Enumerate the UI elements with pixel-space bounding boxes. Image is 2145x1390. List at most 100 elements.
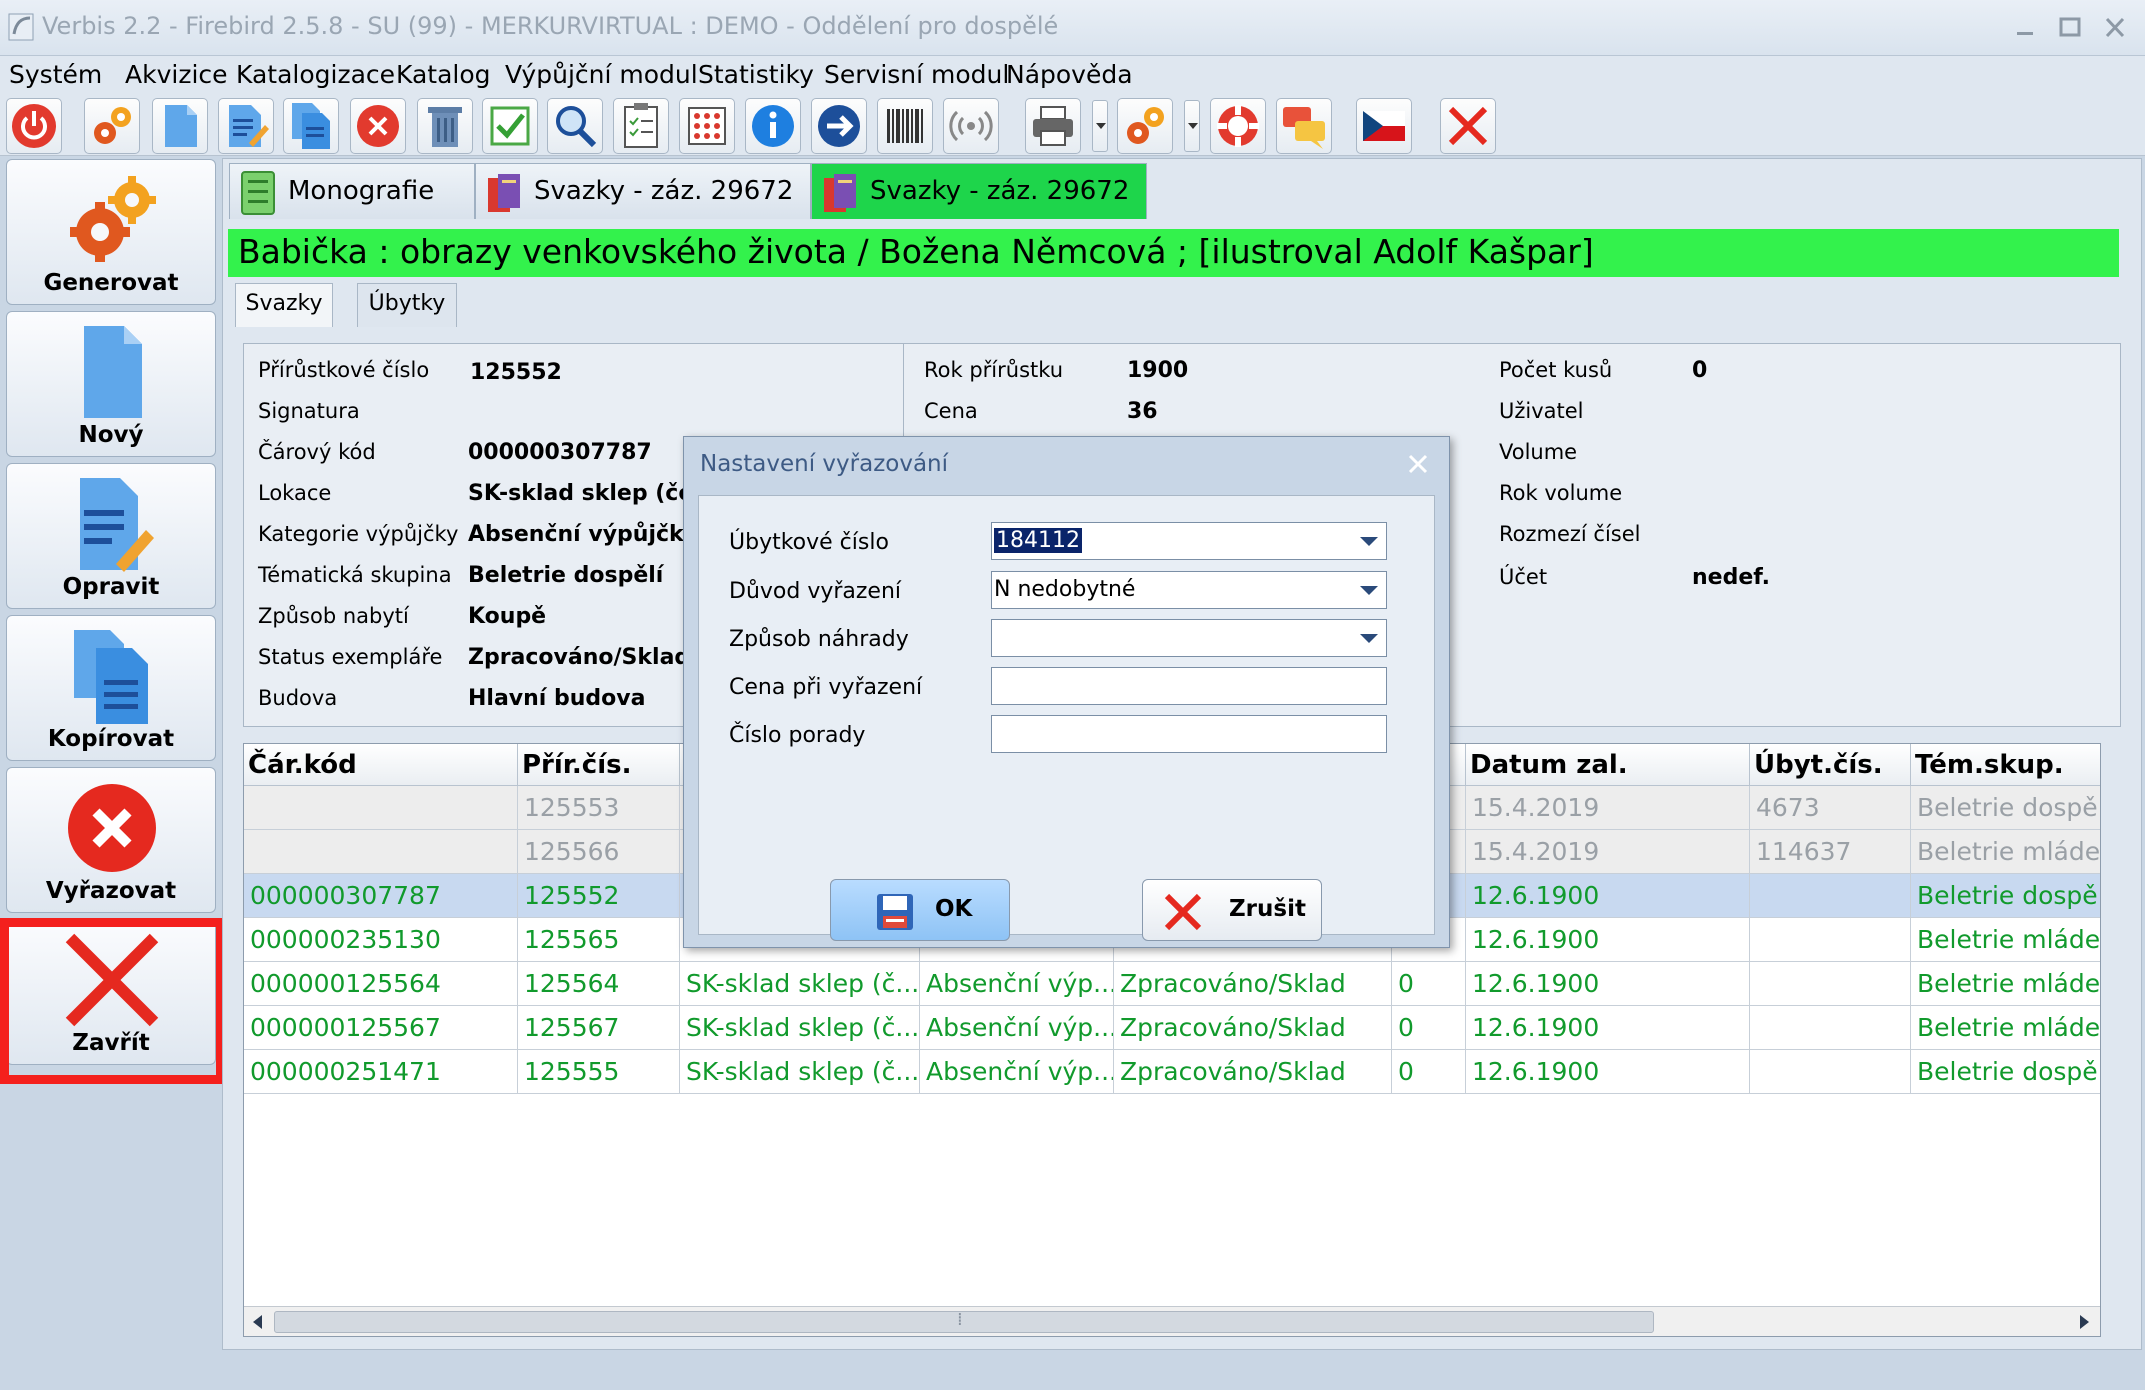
title-bar: Verbis 2.2 - Firebird 2.5.8 - SU (99) - …: [0, 0, 2145, 56]
value-carovy-kod: 000000307787: [468, 440, 652, 465]
rfid-button[interactable]: [943, 98, 999, 154]
label-ubytkove-cislo: Úbytkové číslo: [729, 530, 889, 555]
col-header-carovy-kod[interactable]: Čár.kód: [244, 744, 518, 786]
menu-vypujcni-modul[interactable]: Výpůjční modul: [505, 60, 698, 89]
label-zpusob-nahrady: Způsob náhrady: [729, 627, 909, 652]
print-button[interactable]: [1025, 98, 1081, 154]
label-uzivatel: Uživatel: [1499, 399, 1584, 423]
search-icon: [556, 106, 597, 148]
chevron-down-icon[interactable]: [1360, 586, 1378, 595]
copy-button[interactable]: [283, 98, 339, 154]
trash-button[interactable]: [417, 98, 473, 154]
cell-datum-zal: 12.6.1900: [1466, 962, 1750, 1006]
power-button[interactable]: [6, 98, 62, 154]
abacus-button[interactable]: [679, 98, 735, 154]
minimize-icon[interactable]: [2005, 10, 2045, 46]
generovat-label: Generovat: [43, 270, 179, 296]
cancel-button[interactable]: Zrušit: [1142, 879, 1322, 941]
vyrazovat-button[interactable]: Vyřazovat: [6, 767, 216, 913]
new-document-icon: [84, 326, 142, 418]
toolbar: [0, 96, 2145, 156]
col-header-prir-cis[interactable]: Přír.čís.: [518, 744, 680, 786]
menu-katalogizace[interactable]: Katalogizace: [236, 60, 395, 89]
value-kategorie-vypujcky: Absenční výpůjčka: [468, 522, 699, 547]
forward-button[interactable]: [811, 98, 867, 154]
maximize-icon[interactable]: [2050, 10, 2090, 46]
cell-lokace: SK-sklad sklep (č...: [680, 1050, 920, 1094]
ok-label: OK: [935, 896, 973, 922]
subtab-svazky[interactable]: Svazky: [235, 283, 333, 327]
app-logo-icon: [8, 13, 34, 41]
tab-svazky-1[interactable]: Svazky - záz. 29672: [475, 163, 811, 219]
cell-carovy-kod: 000000235130: [244, 918, 518, 962]
print-dropdown[interactable]: [1092, 100, 1108, 152]
cell-carovy-kod: 000000307787: [244, 874, 518, 918]
check-button[interactable]: [482, 98, 538, 154]
info-button[interactable]: [745, 98, 801, 154]
label-volume: Volume: [1499, 440, 1578, 464]
col-header-datum-zal[interactable]: Datum zal.: [1466, 744, 1750, 786]
search-button[interactable]: [547, 98, 603, 154]
new-button[interactable]: [152, 98, 208, 154]
chevron-down-icon[interactable]: [1360, 634, 1378, 643]
menu-napoveda[interactable]: Nápověda: [1006, 60, 1133, 89]
discard-settings-dialog: Nastavení vyřazování Úbytkové číslo 1841…: [683, 436, 1450, 948]
menu-akvizice[interactable]: Akvizice: [125, 60, 228, 89]
cell-tem-skup: Beletrie mládež: [1911, 1006, 2100, 1050]
novy-button[interactable]: Nový: [6, 311, 216, 457]
label-cislo-porady: Číslo porady: [729, 723, 866, 748]
col-header-tem-skup[interactable]: Tém.skup.: [1911, 744, 2100, 786]
cell-ubyt-cis: [1750, 874, 1911, 918]
delete-button[interactable]: [350, 98, 406, 154]
window-close-icon[interactable]: [2095, 10, 2135, 46]
messages-button[interactable]: [1276, 98, 1332, 154]
menu-statistiky[interactable]: Statistiky: [698, 60, 814, 89]
tab-svazky-2[interactable]: Svazky - záz. 29672: [811, 163, 1147, 219]
checkbox-icon: [490, 106, 530, 146]
exit-button[interactable]: [1440, 98, 1496, 154]
settings-button[interactable]: [1117, 98, 1173, 154]
menu-system[interactable]: Systém: [9, 60, 102, 89]
scroll-right-icon[interactable]: [2072, 1311, 2096, 1333]
subtab-ubytky[interactable]: Úbytky: [357, 283, 457, 327]
dialog-close-icon[interactable]: [1403, 449, 1433, 479]
zpusob-nahrady-combo[interactable]: [991, 619, 1387, 657]
clipboard-button[interactable]: [613, 98, 669, 154]
label-budova: Budova: [258, 686, 338, 710]
new-document-icon: [165, 105, 197, 147]
horizontal-scrollbar[interactable]: ⁞: [244, 1306, 2100, 1336]
menu-katalog[interactable]: Katalog: [396, 60, 491, 89]
language-button[interactable]: [1356, 98, 1412, 154]
table-row[interactable]: 000000251471 125555 SK-sklad sklep (č... Ab…: [244, 1050, 2100, 1094]
help-button[interactable]: [1210, 98, 1266, 154]
barcode-button[interactable]: [877, 98, 933, 154]
generate-button[interactable]: [84, 98, 140, 154]
menu-bar: Systém Akvizice Katalogizace Katalog Výp…: [0, 56, 2145, 96]
ubytkove-cislo-combo[interactable]: 184112: [991, 522, 1387, 560]
col-header-ubyt-cis[interactable]: Úbyt.čís.: [1750, 744, 1911, 786]
table-row[interactable]: 000000125564 125564 SK-sklad sklep (č... Ab…: [244, 962, 2100, 1006]
table-row[interactable]: 000000125567 125567 SK-sklad sklep (č... Ab…: [244, 1006, 2100, 1050]
generovat-button[interactable]: Generovat: [6, 159, 216, 305]
duvod-vyrazeni-combo[interactable]: N nedobytné: [991, 571, 1387, 609]
kopirovat-button[interactable]: Kopírovat: [6, 615, 216, 761]
cell-ubyt-cis: [1750, 1006, 1911, 1050]
cell-pocet: 0: [1392, 962, 1466, 1006]
cell-status: Zpracováno/Sklad: [1114, 1006, 1392, 1050]
scroll-left-icon[interactable]: [246, 1311, 270, 1333]
cell-datum-zal: 12.6.1900: [1466, 918, 1750, 962]
scrollbar-thumb[interactable]: ⁞: [274, 1309, 1654, 1333]
tab-monografie[interactable]: Monografie: [229, 163, 475, 219]
chevron-down-icon[interactable]: [1360, 537, 1378, 546]
menu-servisni-modul[interactable]: Servisní modul: [824, 60, 1009, 89]
cell-ubyt-cis: 114637: [1750, 830, 1911, 874]
label-cena-pri-vyrazeni: Cena při vyřazení: [729, 675, 923, 700]
ok-button[interactable]: OK: [830, 879, 1010, 941]
edit-button[interactable]: [218, 98, 274, 154]
cena-pri-vyrazeni-input[interactable]: [991, 667, 1387, 705]
cislo-porady-input[interactable]: [991, 715, 1387, 753]
settings-dropdown[interactable]: [1184, 100, 1200, 152]
value-status-exemplare: Zpracováno/Sklad: [468, 645, 691, 670]
opravit-button[interactable]: Opravit: [6, 463, 216, 609]
cell-tem-skup: Beletrie dospělí: [1911, 786, 2100, 830]
